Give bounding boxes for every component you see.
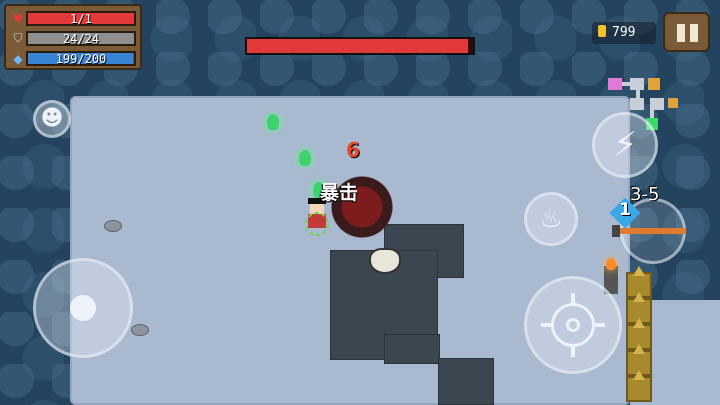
swap-weapon-button[interactable]: ♨: [524, 192, 578, 246]
crosshair-line: [593, 323, 605, 327]
joystick-knob[interactable]: [70, 295, 96, 321]
emote-button[interactable]: ☻: [33, 100, 71, 138]
coin-count: 799: [612, 25, 636, 40]
rock: [104, 220, 122, 232]
skull-enemy: [369, 248, 401, 274]
minimap-room: [648, 78, 660, 90]
stats-panel: ♥ 1/1 ⛉ 24/24 ◆ 199/200: [4, 4, 142, 70]
health-row: ♥ 1/1: [10, 9, 136, 28]
minimap-room: [630, 78, 644, 90]
energy-text: 199/200: [55, 52, 107, 66]
damage-number: 6: [346, 138, 360, 162]
health-bar: 1/1: [26, 11, 136, 26]
critical-hit-label: 暴击: [320, 182, 359, 204]
heart-icon: ♥: [12, 11, 24, 26]
minimap-corridor: [650, 110, 654, 118]
crosshair-line: [571, 293, 575, 305]
spike-trap: [626, 370, 652, 402]
smiley-icon: ☻: [40, 106, 64, 131]
minimap-room: [650, 98, 664, 110]
pause-button[interactable]: [663, 12, 710, 52]
sword-weapon-icon: [612, 225, 686, 237]
lightning-icon: ⚡: [613, 125, 637, 165]
energy-row: ◆ 199/200: [10, 49, 136, 68]
armor-row: ⛉ 24/24: [10, 29, 136, 48]
movement-joystick[interactable]: [33, 258, 133, 358]
health-text: 1/1: [70, 12, 92, 26]
crosshair-center: [566, 318, 580, 332]
diamond-icon: ◆: [13, 51, 23, 66]
skill-button[interactable]: ⚡: [592, 112, 658, 178]
boss-health-fill: [247, 39, 469, 53]
minimap-room: [608, 78, 622, 90]
coin-icon: [598, 25, 606, 37]
armor-bar: 24/24: [26, 31, 136, 46]
crosshair-line: [541, 323, 553, 327]
minimap-corridor: [622, 82, 630, 86]
minimap-corridor: [636, 90, 640, 98]
energy-bar: 199/200: [26, 51, 136, 66]
attack-button[interactable]: [524, 276, 622, 374]
level-indicator: 3-5: [630, 184, 660, 205]
boss-health-bar: [245, 37, 475, 55]
dark-tile: [384, 334, 440, 364]
minimap-room: [630, 98, 644, 110]
swap-weapon-icon: ♨: [539, 204, 563, 234]
rock: [131, 324, 149, 336]
green-ghost: [267, 114, 279, 130]
shield-icon: ⛉: [13, 31, 23, 45]
pause-icon-bar: [677, 24, 685, 42]
green-ghost: [299, 150, 311, 166]
minimap-room: [668, 98, 678, 108]
coin-counter: 799: [592, 22, 656, 44]
crosshair-line: [571, 345, 575, 357]
armor-text: 24/24: [62, 32, 100, 46]
dark-tile: [438, 358, 494, 405]
pause-icon-bar: [690, 24, 698, 42]
